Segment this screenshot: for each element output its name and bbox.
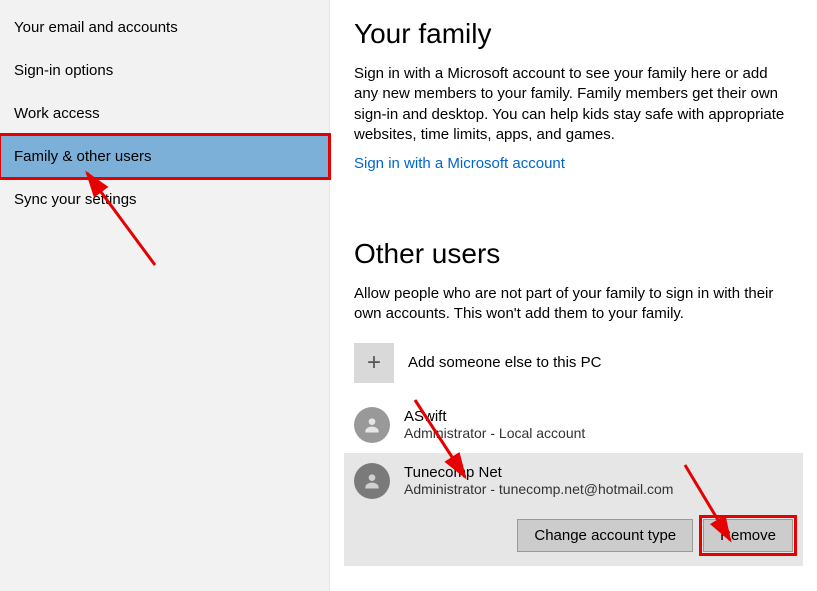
other-users-title: Other users <box>354 238 793 270</box>
sidebar-item-sync-settings[interactable]: Sync your settings <box>0 178 329 221</box>
other-users-desc: Allow people who are not part of your fa… <box>354 284 793 325</box>
user-actions: Change account type Remove <box>344 505 803 566</box>
add-someone-label: Add someone else to this PC <box>408 354 601 371</box>
user-avatar-icon <box>354 407 390 443</box>
plus-icon: + <box>354 343 394 383</box>
user-sub: Administrator - Local account <box>404 425 585 441</box>
user-row-aswift[interactable]: ASwift Administrator - Local account <box>354 397 793 453</box>
user-avatar-icon <box>354 463 390 499</box>
sidebar-item-work-access[interactable]: Work access <box>0 92 329 135</box>
sidebar-item-family-other-users[interactable]: Family & other users <box>0 135 329 178</box>
remove-button[interactable]: Remove <box>703 519 793 552</box>
family-title: Your family <box>354 18 793 50</box>
change-account-type-button[interactable]: Change account type <box>517 519 693 552</box>
family-desc: Sign in with a Microsoft account to see … <box>354 64 793 145</box>
user-name: ASwift <box>404 408 585 425</box>
user-row-tunecomp[interactable]: Tunecomp Net Administrator - tunecomp.ne… <box>344 453 803 509</box>
main-content: Your family Sign in with a Microsoft acc… <box>330 0 817 591</box>
sidebar-item-email-accounts[interactable]: Your email and accounts <box>0 6 329 49</box>
user-sub: Administrator - tunecomp.net@hotmail.com <box>404 481 673 497</box>
sidebar-item-signin-options[interactable]: Sign-in options <box>0 49 329 92</box>
user-name: Tunecomp Net <box>404 464 673 481</box>
signin-link[interactable]: Sign in with a Microsoft account <box>354 155 565 172</box>
add-someone-button[interactable]: + Add someone else to this PC <box>354 343 793 383</box>
sidebar: Your email and accounts Sign-in options … <box>0 0 330 591</box>
